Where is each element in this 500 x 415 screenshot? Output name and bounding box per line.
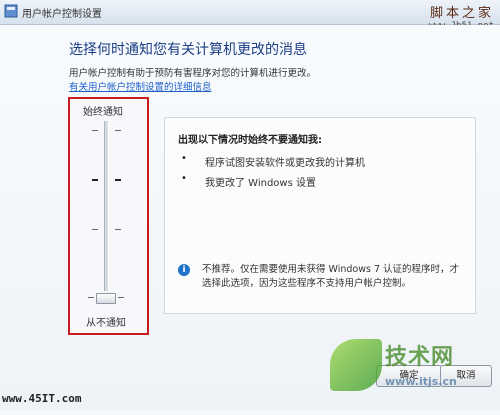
tick-left-4 (88, 297, 94, 298)
slider-top-label: 始终通知 (83, 107, 123, 118)
details-link[interactable]: 有关用户帐户控制设置的详细信息 (69, 79, 212, 93)
note-text: 不推荐。仅在需要使用未获得 Windows 7 认证的程序时，才选择此选项，因为… (202, 264, 460, 289)
watermark-left: www.45IT.com (2, 392, 82, 405)
uac-shield-icon (4, 4, 18, 18)
slider-thumb[interactable] (96, 293, 116, 304)
leaf-logo-icon (330, 339, 382, 391)
content-area: 选择何时通知您有关计算机更改的消息 用户帐户控制有助于预防有害程序对您的计算机进… (0, 25, 500, 410)
notification-slider-panel: 始终通知 从不通知 (68, 97, 149, 335)
bullet-text: 程序试图安装软件或更改我的计算机 (205, 158, 365, 169)
logo-text: 技术网 (385, 345, 455, 370)
info-title: 出现以下情况时始终不要通知我: (178, 135, 322, 146)
logo-url: www.itjs.cn (385, 375, 457, 388)
tick-left-3 (92, 229, 98, 230)
tick-right-4 (118, 297, 124, 298)
slider-bottom-label: 从不通知 (86, 318, 126, 329)
slider-track[interactable] (104, 121, 109, 291)
page-heading: 选择何时通知您有关计算机更改的消息 (69, 42, 307, 58)
tick-left-1 (92, 130, 98, 131)
info-icon: i (178, 264, 190, 276)
watermark-logo: 技术网 www.itjs.cn (330, 335, 490, 415)
page-description: 用户帐户控制有助于预防有害程序对您的计算机进行更改。 (69, 68, 317, 79)
tick-left-2 (92, 179, 98, 181)
bullet-dot: • (181, 153, 187, 164)
tick-right-3 (115, 229, 121, 230)
bullet-text: 我更改了 Windows 设置 (205, 178, 316, 189)
window-title: 用户帐户控制设置 (22, 9, 102, 20)
bullet-dot: • (181, 173, 187, 184)
watermark-site: 脚本之家 (429, 6, 494, 21)
tick-right-2 (115, 179, 121, 181)
title-bar: 用户帐户控制设置 脚本之家 www.Jb51.net (0, 0, 500, 31)
info-box: 出现以下情况时始终不要通知我: • 程序试图安装软件或更改我的计算机 • 我更改… (164, 117, 476, 314)
tick-right-1 (115, 130, 121, 131)
